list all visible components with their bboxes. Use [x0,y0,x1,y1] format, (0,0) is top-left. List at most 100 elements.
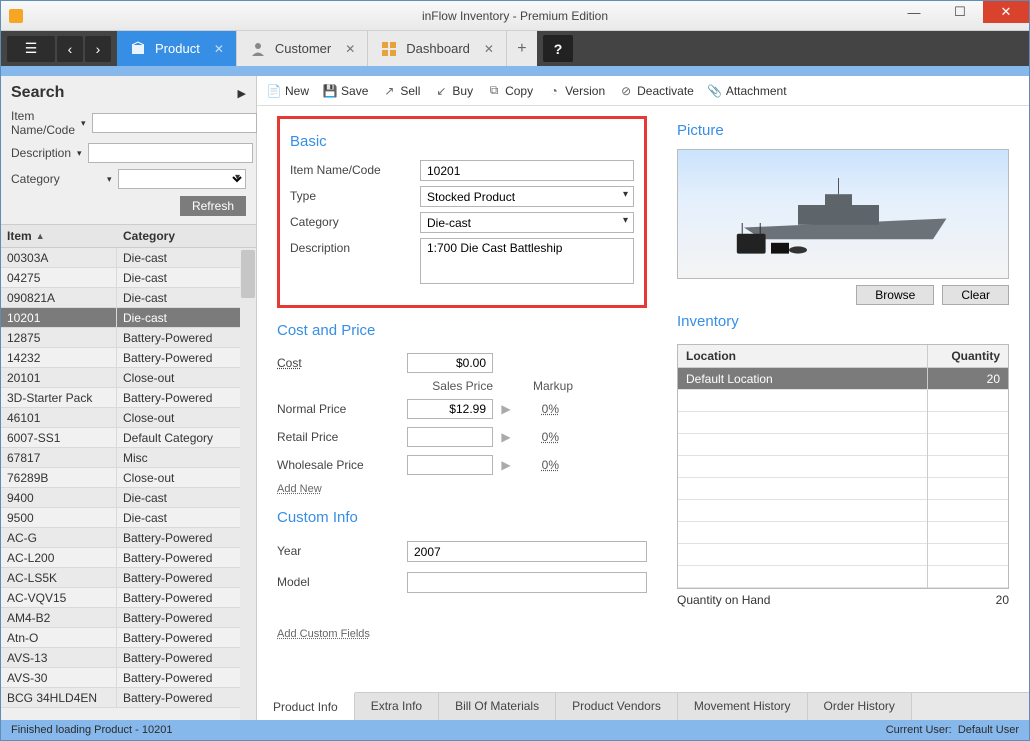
version-button[interactable]: ◔Version [547,84,605,98]
scrollbar-track[interactable] [240,248,256,720]
name-input[interactable] [420,160,634,181]
menu-button[interactable]: ☰ [7,36,55,62]
collapse-icon[interactable]: ▶ [238,87,246,100]
accent-bar [1,66,1029,76]
save-button[interactable]: 💾Save [323,84,368,98]
add-new-price-link[interactable]: Add New [277,483,647,495]
list-item[interactable]: 090821ADie-cast [1,288,256,308]
detail-tab[interactable]: Product Vendors [556,693,678,720]
arrow-icon[interactable]: ▶ [493,430,519,444]
deactivate-button[interactable]: ⊘Deactivate [619,84,694,98]
tab-dashboard[interactable]: Dashboard ✕ [368,31,507,66]
list-item[interactable]: AC-GBattery-Powered [1,528,256,548]
inventory-row[interactable] [678,456,1008,478]
browse-button[interactable]: Browse [856,285,934,305]
list-item[interactable]: Atn-OBattery-Powered [1,628,256,648]
year-input[interactable] [407,541,647,562]
list-item[interactable]: 6007-SS1Default Category [1,428,256,448]
inventory-row[interactable] [678,434,1008,456]
list-item[interactable]: 12875Battery-Powered [1,328,256,348]
cost-input[interactable] [407,353,493,373]
attachment-button[interactable]: 📎Attachment [708,84,787,98]
buy-button[interactable]: ↙Buy [434,84,473,98]
quantity-header[interactable]: Quantity [928,345,1008,367]
close-button[interactable]: ✕ [983,1,1029,23]
list-item[interactable]: AM4-B2Battery-Powered [1,608,256,628]
wholesale-markup[interactable]: 0% [519,458,559,472]
search-desc-input[interactable] [88,143,253,163]
list-item[interactable]: 10201Die-cast [1,308,256,328]
search-desc-label: Description [11,146,71,160]
dropdown-icon[interactable]: ▾ [107,174,112,185]
list-item[interactable]: BCG 34HLD4ENBattery-Powered [1,688,256,708]
maximize-button[interactable]: ☐ [937,1,983,23]
normal-price-input[interactable] [407,399,493,419]
nav-back[interactable]: ‹ [57,36,83,62]
copy-button[interactable]: ⧉Copy [487,84,533,98]
scrollbar-thumb[interactable] [241,250,255,298]
arrow-icon[interactable]: ▶ [493,458,519,472]
item-cell: AM4-B2 [1,608,117,627]
retail-price-input[interactable] [407,427,493,447]
help-button[interactable]: ? [543,35,573,62]
detail-tab[interactable]: Extra Info [355,693,439,720]
dropdown-icon[interactable]: ▾ [81,118,86,129]
location-header[interactable]: Location [678,345,928,367]
inventory-row[interactable] [678,522,1008,544]
list-item[interactable]: 76289BClose-out [1,468,256,488]
detail-tab[interactable]: Bill Of Materials [439,693,556,720]
nav-forward[interactable]: › [85,36,111,62]
normal-markup[interactable]: 0% [519,402,559,416]
search-item-input[interactable] [92,113,257,133]
model-input[interactable] [407,572,647,593]
detail-tab[interactable]: Order History [808,693,912,720]
list-item[interactable]: 04275Die-cast [1,268,256,288]
arrow-icon[interactable]: ▶ [493,402,519,416]
list-item[interactable]: AVS-30Battery-Powered [1,668,256,688]
inventory-row[interactable] [678,390,1008,412]
inventory-row[interactable] [678,478,1008,500]
list-item[interactable]: AC-VQV15Battery-Powered [1,588,256,608]
close-tab-icon[interactable]: ✕ [345,42,355,56]
list-item[interactable]: 46101Close-out [1,408,256,428]
tab-customer[interactable]: Customer ✕ [237,31,368,66]
minimize-button[interactable]: — [891,1,937,23]
category-select[interactable]: Die-cast [420,212,634,233]
list-item[interactable]: 20101Close-out [1,368,256,388]
list-item[interactable]: 9400Die-cast [1,488,256,508]
col-item-header[interactable]: Item▲ [7,229,123,243]
clear-button[interactable]: Clear [942,285,1009,305]
list-item[interactable]: 3D-Starter PackBattery-Powered [1,388,256,408]
list-item[interactable]: AC-LS5KBattery-Powered [1,568,256,588]
search-cat-select[interactable] [118,169,246,189]
retail-markup[interactable]: 0% [519,430,559,444]
list-item[interactable]: AVS-13Battery-Powered [1,648,256,668]
item-cell: AC-LS5K [1,568,117,587]
list-item[interactable]: 9500Die-cast [1,508,256,528]
new-button[interactable]: 📄New [267,84,309,98]
inventory-row[interactable]: Default Location20 [678,368,1008,390]
desc-input[interactable]: 1:700 Die Cast Battleship [420,238,634,284]
col-cat-header[interactable]: Category [123,229,250,243]
detail-tab[interactable]: Product Info [257,692,355,720]
detail-tab[interactable]: Movement History [678,693,808,720]
sell-button[interactable]: ↗Sell [382,84,420,98]
close-tab-icon[interactable]: ✕ [484,42,494,56]
close-tab-icon[interactable]: ✕ [214,42,224,56]
type-select[interactable]: Stocked Product [420,186,634,207]
dropdown-icon[interactable]: ▾ [77,148,82,159]
list-item[interactable]: 00303ADie-cast [1,248,256,268]
inventory-row[interactable] [678,412,1008,434]
list-item[interactable]: 67817Misc [1,448,256,468]
wholesale-price-input[interactable] [407,455,493,475]
inventory-row[interactable] [678,500,1008,522]
inventory-row[interactable] [678,544,1008,566]
tab-product[interactable]: Product ✕ [117,31,237,66]
list-item[interactable]: AC-L200Battery-Powered [1,548,256,568]
list-item[interactable]: 14232Battery-Powered [1,348,256,368]
add-tab-button[interactable]: + [507,31,537,66]
add-custom-fields-link[interactable]: Add Custom Fields [277,628,647,640]
inventory-row[interactable] [678,566,1008,588]
refresh-button[interactable]: Refresh [180,196,246,216]
cat-cell: Battery-Powered [117,631,256,645]
